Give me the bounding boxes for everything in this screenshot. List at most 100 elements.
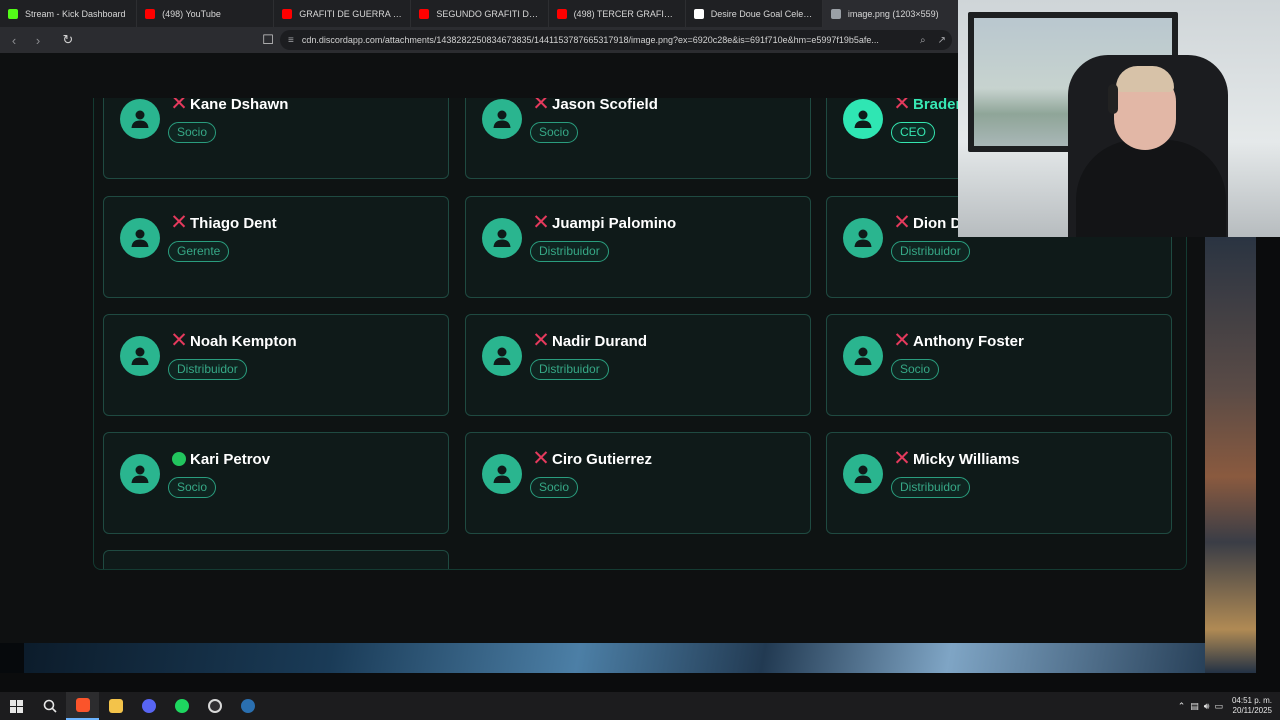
obs-icon[interactable]	[198, 692, 231, 720]
url-text: cdn.discordapp.com/attachments/143828225…	[301, 35, 879, 45]
offline-x-icon: ✕	[532, 447, 550, 470]
zoom-icon[interactable]: ⌕	[920, 35, 926, 46]
battery-icon[interactable]: ▭	[1214, 701, 1223, 712]
member-name: Jason Scofield	[552, 98, 658, 113]
role-badge: Distribuidor	[168, 359, 247, 380]
member-card[interactable]	[103, 550, 449, 569]
member-name: Micky Williams	[913, 451, 1020, 468]
member-card[interactable]: ✕ Noah Kempton Distribuidor	[103, 314, 449, 416]
webcam-person-body	[1076, 140, 1226, 237]
member-name: Juampi Palomino	[552, 215, 677, 232]
user-avatar-icon	[843, 99, 883, 139]
wallpaper	[0, 643, 24, 673]
member-name: Nadir Durand	[552, 333, 648, 350]
role-badge: Distribuidor	[530, 241, 609, 262]
offline-x-icon: ✕	[170, 98, 188, 115]
browser-tab[interactable]: (498) YouTube	[137, 0, 275, 27]
volume-icon[interactable]: 🔊︎	[1204, 701, 1210, 712]
screen: Stream - Kick Dashboard (498) YouTube GRAF…	[0, 0, 1280, 720]
webcam-headset	[1108, 84, 1118, 114]
webcam-person-hair	[1116, 66, 1174, 92]
member-card[interactable]: Kari Petrov Socio	[103, 432, 449, 534]
windows-start-icon[interactable]	[0, 692, 33, 720]
offline-x-icon: ✕	[893, 329, 911, 352]
back-icon[interactable]: ‹	[4, 30, 24, 50]
browser-tab[interactable]: Stream - Kick Dashboard	[0, 0, 138, 27]
member-card[interactable]: ✕ Juampi Palomino Distribuidor	[465, 196, 811, 298]
user-avatar-icon	[482, 218, 522, 258]
role-badge: Socio	[530, 477, 579, 498]
taskbar: ⌃ ▤ 🔊︎ ▭ 04:51 p. m. 20/11/2025	[0, 692, 1280, 720]
forward-icon[interactable]: ›	[28, 30, 48, 50]
member-card[interactable]: ✕ Jason Scofield Socio	[465, 98, 811, 179]
user-avatar-icon	[120, 336, 160, 376]
offline-x-icon: ✕	[532, 329, 550, 352]
tab-label: (498) TERCER GRAFITI DE GUE	[573, 8, 677, 19]
brave-icon[interactable]	[66, 692, 99, 720]
member-card[interactable]: ✕ Nadir Durand Distribuidor	[465, 314, 811, 416]
tab-favicon-icon	[556, 8, 567, 19]
role-badge: Distribuidor	[891, 241, 970, 262]
tab-favicon-icon	[8, 8, 18, 19]
tab-favicon-icon	[693, 8, 704, 19]
browser-tab[interactable]: SEGUNDO GRAFITI DE GUERR	[411, 0, 549, 27]
offline-x-icon: ✕	[893, 98, 911, 115]
user-avatar-icon	[482, 336, 522, 376]
offline-x-icon: ✕	[532, 98, 550, 115]
search-icon[interactable]	[33, 692, 66, 720]
tune-icon[interactable]: ≡	[288, 35, 294, 46]
tab-favicon-icon	[419, 8, 430, 19]
role-badge: Gerente	[168, 241, 230, 262]
bookmark-icon[interactable]: ☐	[258, 30, 278, 50]
member-card[interactable]: ✕ Anthony Foster Socio	[826, 314, 1172, 416]
member-card[interactable]: ✕ Micky Williams Distribuidor	[826, 432, 1172, 534]
browser-tab[interactable]: (498) TERCER GRAFITI DE GUE	[549, 0, 686, 27]
member-name: Braden	[913, 98, 965, 113]
steam-icon[interactable]	[231, 692, 264, 720]
system-tray: ⌃ ▤ 🔊︎ ▭ 04:51 p. m. 20/11/2025	[1178, 692, 1272, 720]
webcam-overlay	[958, 0, 1280, 237]
user-avatar-icon	[843, 218, 883, 258]
tab-favicon-icon	[145, 8, 156, 19]
offline-x-icon: ✕	[532, 211, 550, 234]
discord-icon[interactable]	[132, 692, 165, 720]
address-bar[interactable]: ≡ cdn.discordapp.com/attachments/1438282…	[280, 30, 952, 50]
network-icon[interactable]: ▤	[1190, 701, 1199, 712]
member-name: Kari Petrov	[190, 451, 271, 468]
browser-tab[interactable]: image.png (1203×559)	[822, 0, 960, 27]
tab-favicon-icon	[830, 8, 841, 19]
wallpaper	[1205, 237, 1256, 673]
online-status-icon	[171, 451, 187, 467]
member-name: Anthony Foster	[913, 333, 1024, 350]
offline-x-icon: ✕	[170, 211, 188, 234]
browser-tab[interactable]: GRAFITI DE GUERRA NAMELE	[274, 0, 412, 27]
member-name: Noah Kempton	[190, 333, 297, 350]
user-avatar-icon	[482, 454, 522, 494]
spotify-icon[interactable]	[165, 692, 198, 720]
role-badge: Socio	[891, 359, 940, 380]
clock-time: 04:51 p. m.	[1231, 696, 1272, 705]
chevron-up-icon[interactable]: ⌃	[1178, 701, 1186, 712]
browser-tab[interactable]: Desire Doue Goal Celebration	[686, 0, 823, 27]
offline-x-icon: ✕	[893, 447, 911, 470]
member-name: Kane Dshawn	[190, 98, 289, 113]
share-icon[interactable]: ↗	[938, 35, 946, 46]
member-card[interactable]: ✕ Ciro Gutierrez Socio	[465, 432, 811, 534]
member-card[interactable]: ✕ Thiago Dent Gerente	[103, 196, 449, 298]
browser-tab-bar: Stream - Kick Dashboard (498) YouTube GRAF…	[0, 0, 960, 27]
user-avatar-icon	[120, 218, 160, 258]
user-avatar-icon	[120, 454, 160, 494]
tab-label: Stream - Kick Dashboard	[25, 8, 126, 19]
file-explorer-icon[interactable]	[99, 692, 132, 720]
user-avatar-icon	[843, 454, 883, 494]
reload-icon[interactable]: ↻	[58, 30, 78, 50]
member-name: Dion D	[913, 215, 962, 232]
role-badge: CEO	[891, 122, 936, 143]
clock[interactable]: 04:51 p. m. 20/11/2025	[1232, 696, 1272, 716]
wallpaper	[24, 643, 1256, 673]
user-avatar-icon	[120, 99, 160, 139]
member-card[interactable]: ✕ Kane Dshawn Socio	[103, 98, 449, 179]
tab-favicon-icon	[282, 8, 293, 19]
tab-label: (498) YouTube	[162, 8, 221, 19]
offline-x-icon: ✕	[893, 211, 911, 234]
